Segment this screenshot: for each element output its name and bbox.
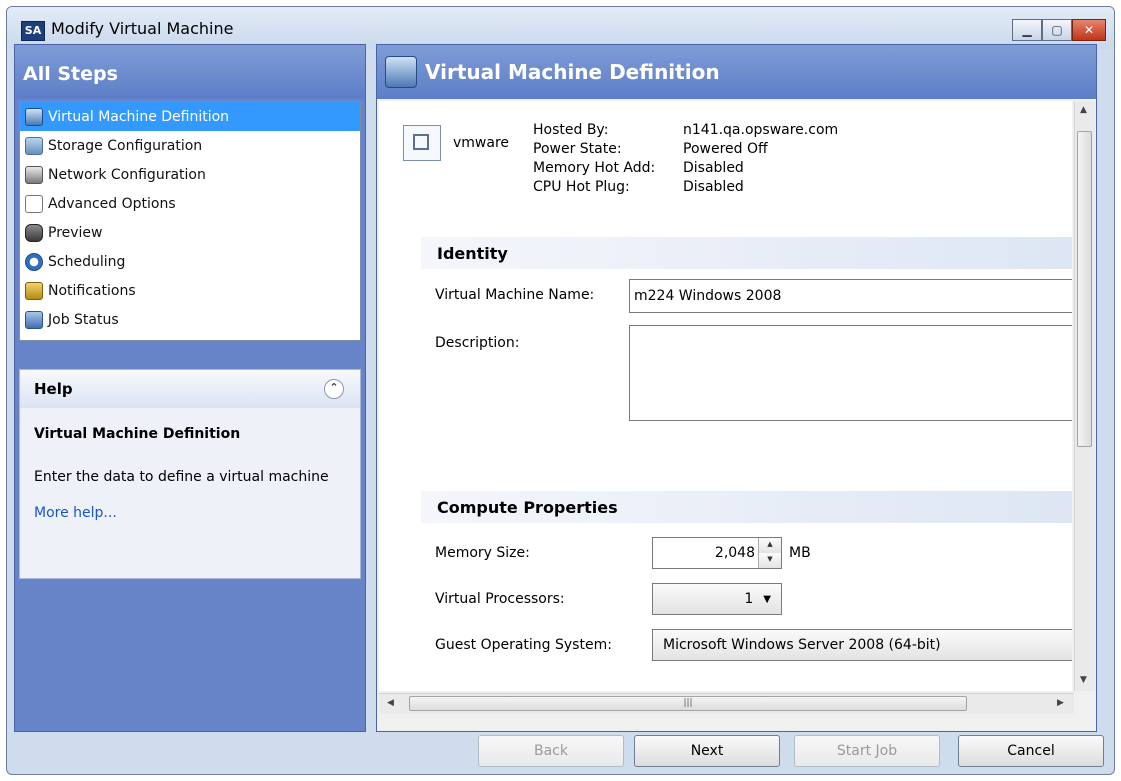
vendor-label: vmware: [453, 135, 510, 151]
step-preview[interactable]: Preview: [20, 218, 360, 247]
job-status-icon: [25, 310, 43, 329]
step-label: Virtual Machine Definition: [48, 108, 230, 125]
increment-arrow-icon[interactable]: ▲: [759, 538, 781, 553]
step-vm-definition[interactable]: Virtual Machine Definition: [20, 102, 360, 131]
main-pane: Virtual Machine Definition vmware Hosted…: [376, 44, 1097, 732]
cpu-hot-plug-value: Disabled: [683, 179, 744, 195]
title-bar[interactable]: SA Modify Virtual Machine ▁ ▢ ✕: [7, 7, 1114, 49]
cancel-button[interactable]: Cancel: [958, 735, 1104, 767]
memory-hot-add-value: Disabled: [683, 160, 744, 176]
horizontal-scrollbar[interactable]: ◀ ||| ▶: [379, 693, 1074, 714]
steps-pane: All Steps Virtual Machine Definition Sto…: [14, 44, 366, 732]
hosted-by-value: n141.qa.opsware.com: [683, 122, 839, 138]
memory-unit-label: MB: [789, 545, 811, 561]
all-steps-header: All Steps: [15, 45, 365, 99]
guest-os-select[interactable]: Microsoft Windows Server 2008 (64-bit): [652, 629, 1072, 661]
help-title: Virtual Machine Definition: [34, 426, 241, 442]
minimize-icon: ▁: [1022, 23, 1032, 37]
hosted-by-label: Hosted By:: [533, 122, 609, 138]
step-label: Scheduling: [48, 253, 126, 270]
step-label: Network Configuration: [48, 166, 206, 183]
step-label: Notifications: [48, 282, 136, 299]
identity-section-header: Identity: [421, 237, 1072, 269]
next-button[interactable]: Next: [634, 735, 780, 767]
steps-list: Virtual Machine Definition Storage Confi…: [19, 101, 361, 341]
step-label: Storage Configuration: [48, 137, 203, 154]
minimize-button[interactable]: ▁: [1012, 19, 1042, 41]
help-text: Enter the data to define a virtual machi…: [34, 469, 329, 485]
main-header: Virtual Machine Definition: [377, 45, 1096, 99]
scroll-left-arrow-icon[interactable]: ◀: [387, 698, 394, 708]
help-panel: Help ⌃ Virtual Machine Definition Enter …: [19, 369, 361, 579]
start-job-button[interactable]: Start Job: [794, 735, 940, 767]
more-help-link[interactable]: More help...: [20, 487, 360, 521]
memory-size-label: Memory Size:: [435, 545, 530, 561]
step-label: Preview: [48, 224, 103, 241]
advanced-options-icon: [25, 194, 43, 213]
maximize-icon: ▢: [1051, 23, 1063, 37]
window-controls: ▁ ▢ ✕: [1012, 19, 1106, 41]
step-storage-configuration[interactable]: Storage Configuration: [20, 131, 360, 160]
close-icon: ✕: [1083, 23, 1095, 37]
network-icon: [25, 165, 43, 184]
storage-icon: [25, 136, 43, 155]
close-button[interactable]: ✕: [1072, 19, 1106, 41]
horizontal-scroll-thumb[interactable]: |||: [409, 696, 967, 711]
step-network-configuration[interactable]: Network Configuration: [20, 160, 360, 189]
cpu-hot-plug-label: CPU Hot Plug:: [533, 179, 630, 195]
vm-definition-header-icon: [385, 56, 417, 88]
vm-name-label: Virtual Machine Name:: [435, 287, 595, 303]
main-header-title: Virtual Machine Definition: [425, 60, 720, 84]
scroll-down-arrow-icon[interactable]: ▼: [1080, 675, 1087, 685]
power-state-value: Powered Off: [683, 141, 768, 157]
step-advanced-options[interactable]: Advanced Options: [20, 189, 360, 218]
maximize-button[interactable]: ▢: [1042, 19, 1072, 41]
preview-binoculars-icon: [25, 223, 43, 242]
virtual-processors-value: 1: [744, 591, 754, 607]
memory-size-value: 2,048: [714, 545, 755, 561]
power-state-label: Power State:: [533, 141, 622, 157]
guest-os-value: Microsoft Windows Server 2008 (64-bit): [663, 637, 941, 653]
memory-hot-add-label: Memory Hot Add:: [533, 160, 656, 176]
step-label: Job Status: [48, 311, 119, 328]
vm-name-input[interactable]: m224 Windows 2008: [629, 279, 1072, 313]
window-title: Modify Virtual Machine: [51, 19, 234, 38]
clock-icon: [25, 252, 43, 271]
description-textarea[interactable]: [629, 325, 1072, 421]
collapse-help-icon[interactable]: ⌃: [324, 379, 344, 399]
vmware-logo-icon: [403, 125, 441, 161]
notification-icon: [25, 281, 43, 300]
host-info: Hosted By: n141.qa.opsware.com Power Stat…: [533, 121, 838, 197]
vm-definition-icon: [25, 107, 43, 126]
step-job-status[interactable]: Job Status: [20, 305, 360, 334]
description-label: Description:: [435, 335, 520, 351]
help-header: Help ⌃: [20, 370, 360, 408]
memory-size-spinner[interactable]: 2,048 ▲ ▼: [652, 537, 782, 569]
help-header-label: Help: [34, 380, 73, 398]
scroll-right-arrow-icon[interactable]: ▶: [1057, 698, 1064, 708]
step-scheduling[interactable]: Scheduling: [20, 247, 360, 276]
back-button[interactable]: Back: [478, 735, 624, 767]
virtual-processors-label: Virtual Processors:: [435, 591, 565, 607]
sa-app-icon: SA: [21, 21, 45, 41]
vertical-scroll-thumb[interactable]: [1077, 131, 1092, 447]
decrement-arrow-icon[interactable]: ▼: [759, 553, 781, 568]
virtual-processors-select[interactable]: 1 ▼: [652, 583, 782, 615]
compute-section-header: Compute Properties: [421, 491, 1072, 523]
scroll-up-arrow-icon[interactable]: ▲: [1080, 105, 1087, 115]
vertical-scrollbar[interactable]: ▲ ▼: [1074, 101, 1095, 691]
chevron-down-icon: ▼: [763, 593, 771, 605]
step-notifications[interactable]: Notifications: [20, 276, 360, 305]
guest-os-label: Guest Operating System:: [435, 637, 612, 653]
memory-stepper[interactable]: ▲ ▼: [758, 538, 781, 568]
step-label: Advanced Options: [48, 195, 176, 212]
definition-form: vmware Hosted By: n141.qa.opsware.com Pow…: [379, 101, 1072, 691]
